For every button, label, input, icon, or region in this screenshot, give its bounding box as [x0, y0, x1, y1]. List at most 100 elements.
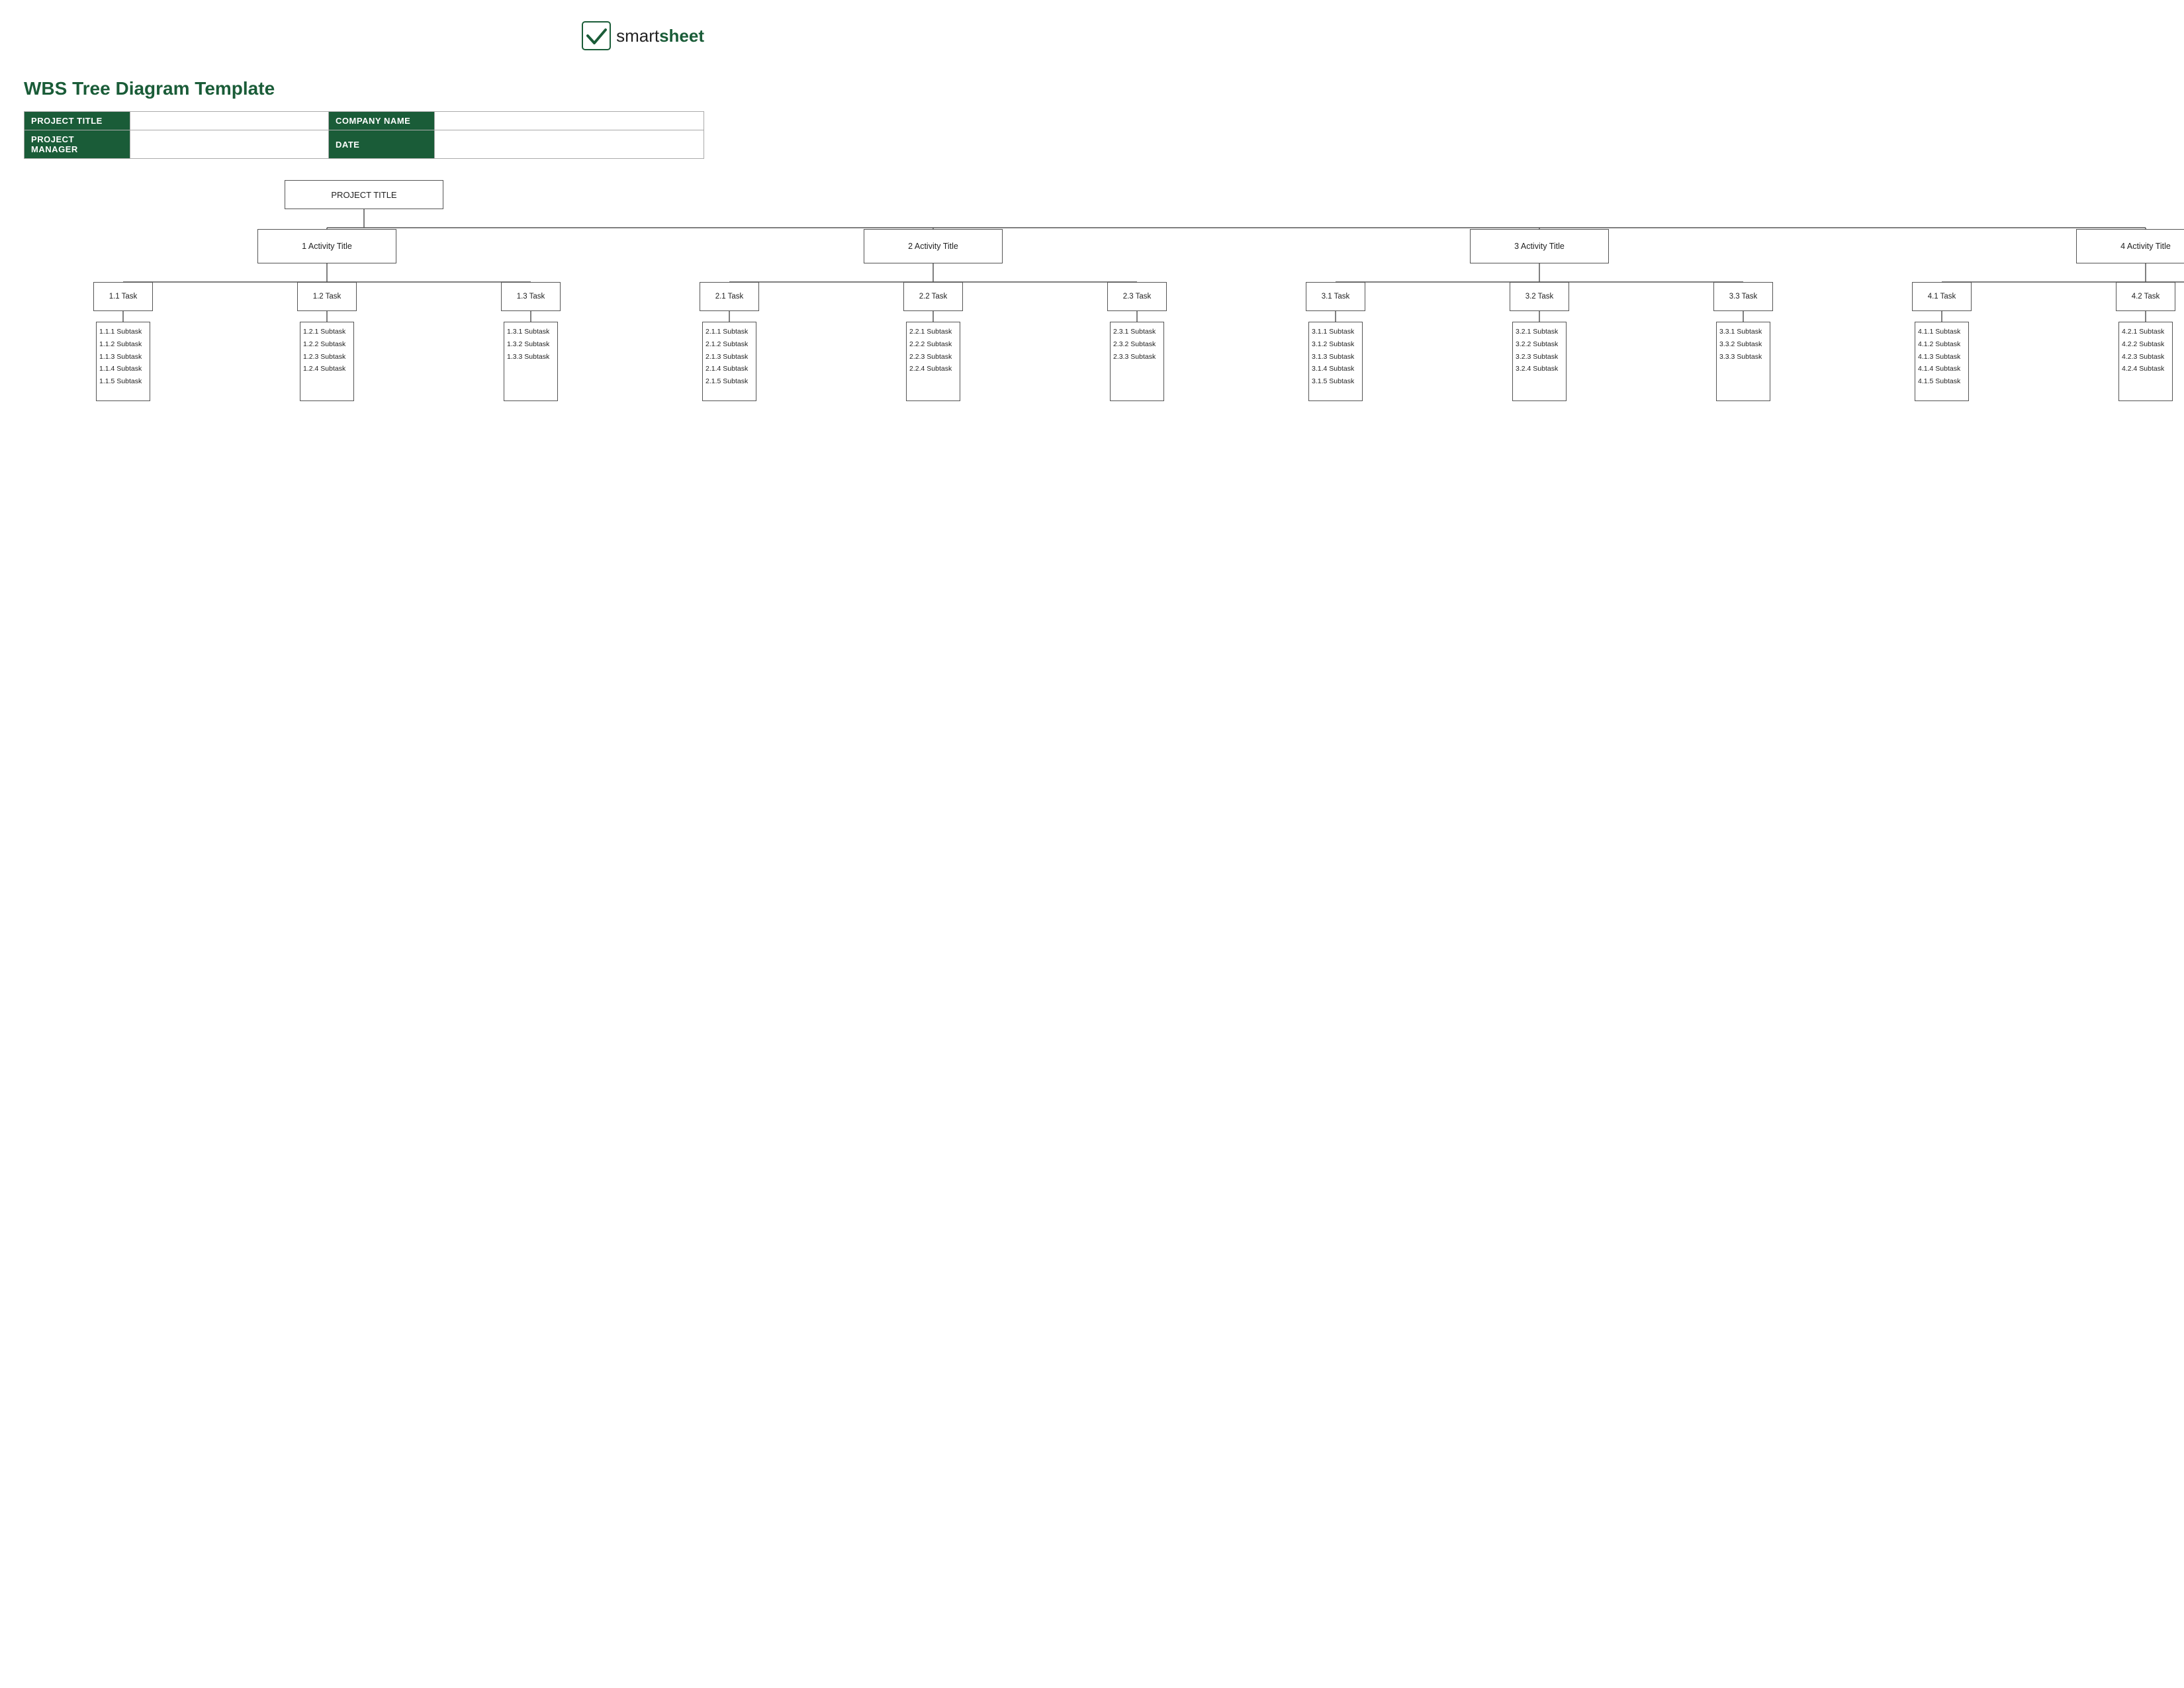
subtask-item: 3.1.2 Subtask [1312, 339, 1354, 350]
subtask-item: 3.2.2 Subtask [1516, 339, 1558, 350]
subtask-item: 2.2.1 Subtask [909, 326, 952, 338]
subtask-item: 4.2.2 Subtask [2122, 339, 2164, 350]
subtask-item: 3.1.4 Subtask [1312, 363, 1354, 375]
activity-col-3: 3 Activity Title3.1 Task3.1.1 Subtask3.1… [1236, 229, 1843, 401]
task-subtask-connector-2-1 [630, 311, 829, 322]
tasks-row-1: 1.1 Task1.1.1 Subtask1.1.2 Subtask1.1.3 … [24, 282, 630, 401]
subtask-item: 2.2.4 Subtask [909, 363, 952, 375]
subtask-node-3-3: 3.3.1 Subtask3.3.2 Subtask 3.3.3 Subtask [1716, 322, 1770, 401]
task-node-2-1: 2.1 Task [700, 282, 759, 311]
task-col-2-1: 2.1 Task 2.1.1 Subtask2.1.2 Subtask 2.1.3 … [630, 282, 829, 401]
task-col-3-2: 3.2 Task3.2.1 Subtask3.2.2 Subtask3.2.3 … [1440, 282, 1639, 401]
task-node-1-2: 1.2 Task [297, 282, 357, 311]
logo-text: smartsheet [616, 26, 704, 46]
subtask-item: 1.3.3 Subtask [507, 352, 549, 363]
activity-col-1: 1 Activity Title 1.1 Task1.1.1 Subtask1.1… [24, 229, 630, 401]
subtask-item: 2.1.5 Subtask [705, 376, 748, 387]
act-task-connector-2 [630, 263, 1236, 282]
task-subtask-connector-2-2 [834, 311, 1032, 322]
main-connector-svg [24, 209, 704, 229]
subtask-item: 3.1.3 Subtask [1312, 352, 1354, 363]
subtask-item: 2.1.1 Subtask [705, 326, 748, 338]
project-title-label: PROJECT TITLE [24, 112, 130, 130]
subtask-node-2-2: 2.2.1 Subtask2.2.2 Subtask 2.2.3 Subtask2… [906, 322, 960, 401]
subtask-item: 2.2.2 Subtask [909, 339, 952, 350]
root-level: PROJECT TITLE [285, 180, 443, 209]
subtask-item: 1.3.1 Subtask [507, 326, 549, 338]
task-subtask-connector-1-1 [24, 311, 222, 322]
task-subtask-connector-1-3 [432, 311, 630, 322]
task-col-3-3: 3.3 Task 3.3.1 Subtask3.3.2 Subtask 3.3.3 … [1644, 282, 1843, 401]
subtask-node-1-2: 1.2.1 Subtask1.2.2 Subtask 1.2.3 Subtask1… [300, 322, 354, 401]
task-col-4-1: 4.1 Task 4.1.1 Subtask4.1.2 Subtask 4.1.3 … [1843, 282, 2041, 401]
subtask-item: 1.2.4 Subtask [303, 363, 345, 375]
subtask-item: 3.3.3 Subtask [1719, 352, 1762, 363]
subtask-item: 1.2.1 Subtask [303, 326, 345, 338]
activity-node-1: 1 Activity Title [257, 229, 396, 263]
page-title-area: WBS Tree Diagram Template [24, 21, 275, 99]
subtask-item: 1.1.4 Subtask [99, 363, 142, 375]
subtask-item: 3.3.1 Subtask [1719, 326, 1762, 338]
subtask-item: 1.1.1 Subtask [99, 326, 142, 338]
task-col-1-1: 1.1 Task1.1.1 Subtask1.1.2 Subtask1.1.3 … [24, 282, 222, 401]
activity-node-4: 4 Activity Title [2076, 229, 2184, 263]
smartsheet-checkmark-icon [582, 21, 611, 50]
act-task-connector-1 [24, 263, 630, 282]
subtask-item: 2.1.2 Subtask [705, 339, 748, 350]
task-node-3-1: 3.1 Task [1306, 282, 1365, 311]
task-subtask-connector-3-1 [1236, 311, 1435, 322]
subtask-node-2-1: 2.1.1 Subtask2.1.2 Subtask2.1.3 Subtask2… [702, 322, 756, 401]
wbs-tree: PROJECT TITLE 1 Activity Title 1.1 Task1.… [24, 180, 704, 401]
subtask-node-4-2: 4.2.1 Subtask4.2.2 Subtask4.2.3 Subtask4… [2118, 322, 2173, 401]
task-col-2-3: 2.3 Task 2.3.1 Subtask2.3.2 Subtask2.3.3 … [1038, 282, 1236, 401]
tasks-row-4: 4.1 Task 4.1.1 Subtask4.1.2 Subtask 4.1.3 … [1843, 282, 2184, 401]
task-node-1-3: 1.3 Task [501, 282, 561, 311]
page-title: WBS Tree Diagram Template [24, 78, 275, 99]
project-title-value[interactable] [130, 112, 329, 130]
subtask-item: 4.2.3 Subtask [2122, 352, 2164, 363]
subtask-item: 4.1.1 Subtask [1918, 326, 1960, 338]
task-node-4-1: 4.1 Task [1912, 282, 1972, 311]
subtask-item: 1.2.2 Subtask [303, 339, 345, 350]
task-node-4-2: 4.2 Task [2116, 282, 2175, 311]
company-name-label: COMPANY NAME [329, 112, 435, 130]
activity-col-2: 2 Activity Title2.1 Task2.1.1 Subtask2.1… [630, 229, 1236, 401]
activity-node-2: 2 Activity Title [864, 229, 1003, 263]
task-subtask-connector-1-2 [228, 311, 426, 322]
task-subtask-connector-2-3 [1038, 311, 1236, 322]
task-node-2-3: 2.3 Task [1107, 282, 1167, 311]
task-col-1-3: 1.3 Task 1.3.1 Subtask1.3.2 Subtask 1.3.3 … [432, 282, 630, 401]
subtask-item: 3.1.1 Subtask [1312, 326, 1354, 338]
subtask-item: 2.3.1 Subtask [1113, 326, 1156, 338]
task-subtask-connector-3-2 [1440, 311, 1639, 322]
activity-col-4: 4 Activity Title4.1 Task4.1.1 Subtask4.1… [1843, 229, 2184, 401]
subtask-item: 4.1.3 Subtask [1918, 352, 1960, 363]
subtask-node-3-1: 3.1.1 Subtask3.1.2 Subtask 3.1.3 Subtask3… [1308, 322, 1363, 401]
date-value[interactable] [435, 130, 704, 159]
tasks-row-3: 3.1 Task 3.1.1 Subtask3.1.2 Subtask 3.1.3 … [1236, 282, 1843, 401]
project-manager-value[interactable] [130, 130, 329, 159]
subtask-item: 2.3.2 Subtask [1113, 339, 1156, 350]
subtask-item: 4.1.2 Subtask [1918, 339, 1960, 350]
subtask-item: 4.2.4 Subtask [2122, 363, 2164, 375]
subtask-item: 1.1.3 Subtask [99, 352, 142, 363]
date-label: DATE [329, 130, 435, 159]
root-node: PROJECT TITLE [285, 180, 443, 209]
task-node-3-3: 3.3 Task [1713, 282, 1773, 311]
tasks-row-2: 2.1 Task 2.1.1 Subtask2.1.2 Subtask 2.1.3 … [630, 282, 1236, 401]
subtask-node-1-3: 1.3.1 Subtask1.3.2 Subtask 1.3.3 Subtask [504, 322, 558, 401]
subtask-node-2-3: 2.3.1 Subtask2.3.2 Subtask2.3.3 Subtask [1110, 322, 1164, 401]
subtask-item: 2.2.3 Subtask [909, 352, 952, 363]
task-col-3-1: 3.1 Task 3.1.1 Subtask3.1.2 Subtask 3.1.3 … [1236, 282, 1435, 401]
subtask-item: 2.1.4 Subtask [705, 363, 748, 375]
info-table: PROJECT TITLE COMPANY NAME PROJECT MANAG… [24, 111, 704, 159]
subtask-item: 1.3.2 Subtask [507, 339, 549, 350]
subtask-node-3-2: 3.2.1 Subtask3.2.2 Subtask3.2.3 Subtask3… [1512, 322, 1567, 401]
task-subtask-connector-4-2 [2046, 311, 2184, 322]
subtask-item: 3.3.2 Subtask [1719, 339, 1762, 350]
subtask-node-1-1: 1.1.1 Subtask1.1.2 Subtask1.1.3 Subtask1… [96, 322, 150, 401]
subtask-item: 1.2.3 Subtask [303, 352, 345, 363]
task-col-2-2: 2.2 Task2.2.1 Subtask2.2.2 Subtask2.2.3 … [834, 282, 1032, 401]
company-name-value[interactable] [435, 112, 704, 130]
subtask-item: 2.1.3 Subtask [705, 352, 748, 363]
